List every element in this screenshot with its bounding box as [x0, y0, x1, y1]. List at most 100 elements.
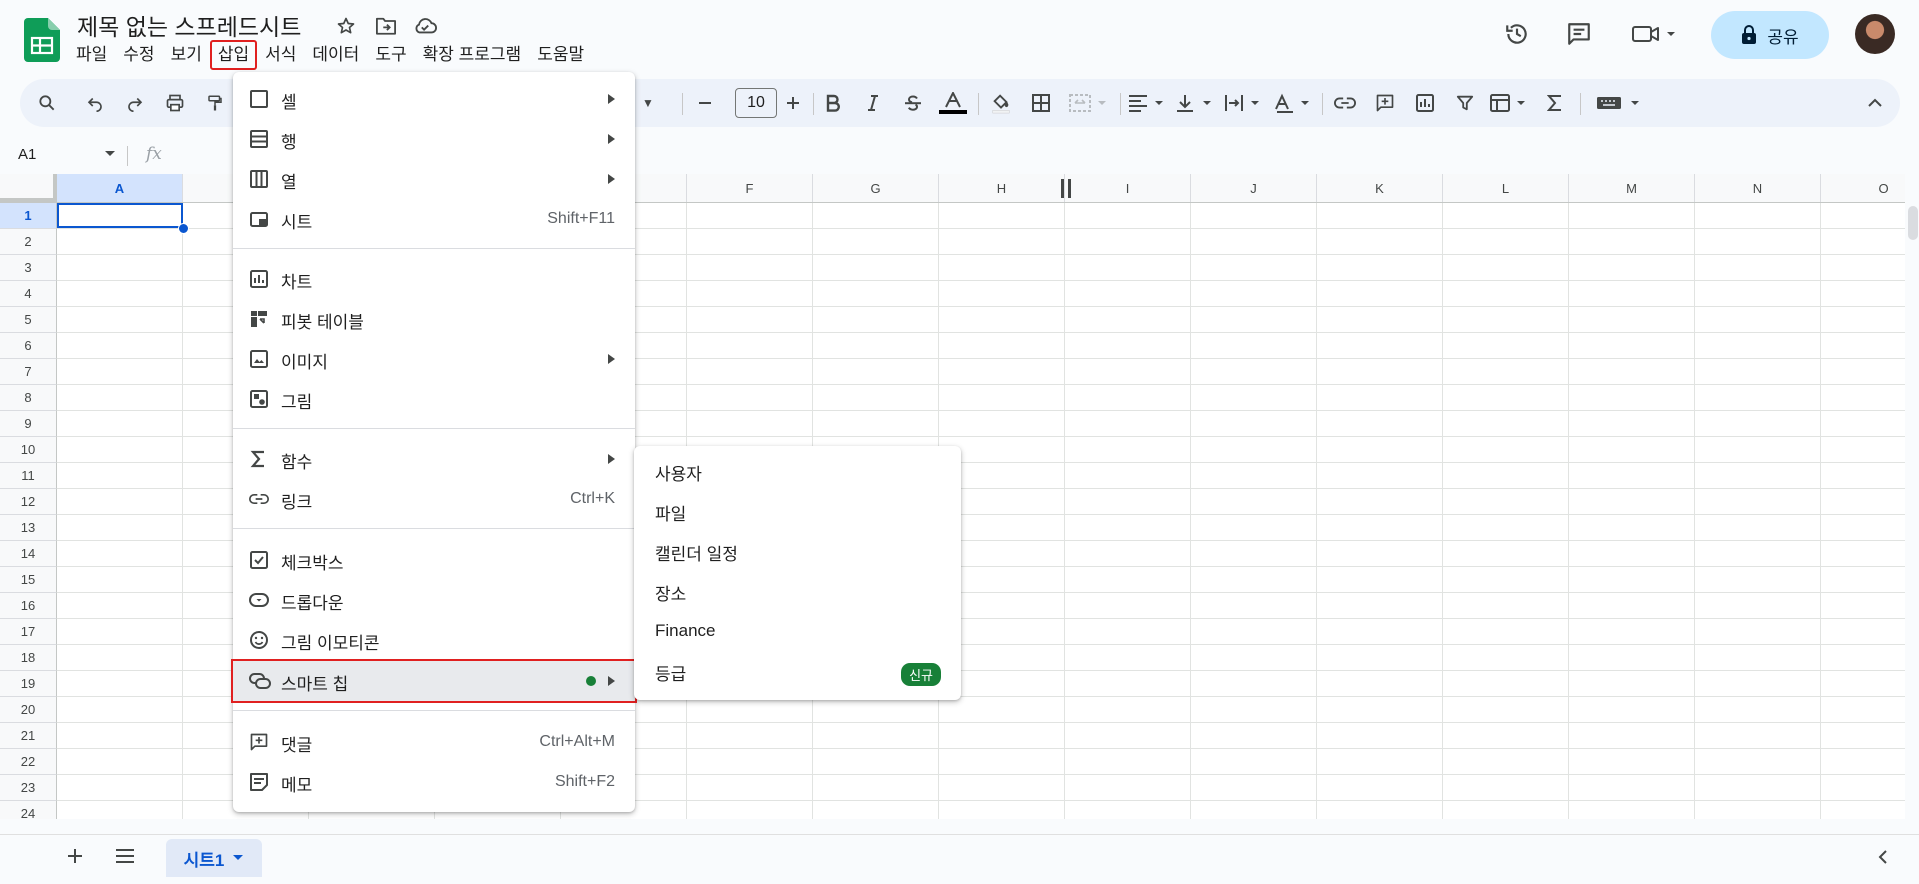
- menu-item-sheet[interactable]: 시트 Shift+F11: [233, 199, 635, 239]
- row-header[interactable]: 7: [0, 359, 57, 385]
- column-header[interactable]: L: [1443, 174, 1569, 202]
- bold-icon[interactable]: [818, 79, 848, 127]
- submenu-item-finance[interactable]: Finance: [634, 613, 961, 653]
- font-size-input[interactable]: 10: [735, 88, 777, 118]
- column-header[interactable]: M: [1569, 174, 1695, 202]
- column-header[interactable]: A: [57, 174, 183, 202]
- name-box[interactable]: A1: [18, 146, 36, 163]
- menu-item-pivot-table[interactable]: 피봇 테이블: [233, 299, 635, 339]
- row-header[interactable]: 6: [0, 333, 57, 359]
- print-icon[interactable]: [160, 79, 190, 127]
- menu-item-note[interactable]: 메모 Shift+F2: [233, 762, 635, 802]
- menu-item-comment[interactable]: 댓글 Ctrl+Alt+M: [233, 722, 635, 762]
- menu-tools[interactable]: 도구: [369, 42, 412, 68]
- menu-insert[interactable]: 삽입: [209, 40, 258, 70]
- input-tools-icon[interactable]: [1592, 79, 1652, 127]
- menu-item-dropdown[interactable]: 드롭다운: [233, 580, 635, 620]
- fill-color-icon[interactable]: [986, 79, 1016, 127]
- meet-camera-icon[interactable]: [1626, 14, 1682, 54]
- menu-view[interactable]: 보기: [165, 42, 208, 68]
- row-header[interactable]: 9: [0, 411, 57, 437]
- fill-handle[interactable]: [178, 223, 189, 234]
- sheet-tab-menu-icon[interactable]: [232, 854, 244, 862]
- menu-help[interactable]: 도움말: [531, 42, 590, 68]
- horizontal-align-icon[interactable]: [1124, 79, 1170, 127]
- document-title[interactable]: 제목 없는 스프레드시트: [77, 8, 301, 42]
- insert-chart-icon[interactable]: [1410, 79, 1440, 127]
- column-header[interactable]: H: [939, 174, 1065, 202]
- collapse-toolbar-icon[interactable]: [1860, 79, 1890, 127]
- menu-item-cell[interactable]: 셀: [233, 79, 635, 119]
- comments-icon[interactable]: [1559, 14, 1599, 54]
- row-header[interactable]: 22: [0, 749, 57, 775]
- menu-file[interactable]: 파일: [70, 42, 113, 68]
- row-header[interactable]: 5: [0, 307, 57, 333]
- column-header[interactable]: J: [1191, 174, 1317, 202]
- menu-item-link[interactable]: 링크 Ctrl+K: [233, 479, 635, 519]
- row-header[interactable]: 11: [0, 463, 57, 489]
- vertical-scrollbar[interactable]: [1908, 206, 1918, 240]
- row-header[interactable]: 24: [0, 801, 57, 819]
- font-dropdown-arrow-icon[interactable]: ▼: [638, 79, 658, 127]
- row-header[interactable]: 12: [0, 489, 57, 515]
- insert-link-icon[interactable]: [1330, 79, 1360, 127]
- selected-cell[interactable]: [57, 203, 183, 228]
- row-header[interactable]: 8: [0, 385, 57, 411]
- column-resize-handle[interactable]: [1068, 179, 1071, 198]
- row-header[interactable]: 2: [0, 229, 57, 255]
- column-header[interactable]: G: [813, 174, 939, 202]
- row-header[interactable]: 15: [0, 567, 57, 593]
- menu-item-checkbox[interactable]: 체크박스: [233, 540, 635, 580]
- text-wrapping-icon[interactable]: [1220, 79, 1266, 127]
- move-folder-icon[interactable]: [373, 13, 399, 39]
- redo-icon[interactable]: [120, 79, 150, 127]
- submenu-item-rating[interactable]: 등급 신규: [634, 652, 961, 692]
- menu-item-image[interactable]: 이미지: [233, 339, 635, 379]
- menu-extensions[interactable]: 확장 프로그램: [417, 42, 528, 68]
- column-header[interactable]: O: [1821, 174, 1905, 202]
- collapse-side-panel-icon[interactable]: [1877, 849, 1889, 865]
- strikethrough-icon[interactable]: [898, 79, 928, 127]
- menu-item-chart[interactable]: 차트: [233, 259, 635, 299]
- row-header[interactable]: 4: [0, 281, 57, 307]
- row-header[interactable]: 21: [0, 723, 57, 749]
- cloud-saved-icon[interactable]: [412, 13, 438, 39]
- decrease-font-size-icon[interactable]: [690, 79, 720, 127]
- name-box-dropdown-icon[interactable]: [104, 148, 116, 160]
- version-history-icon[interactable]: [1497, 14, 1537, 54]
- vertical-align-icon[interactable]: [1172, 79, 1218, 127]
- submenu-item-people[interactable]: 사용자: [634, 452, 961, 492]
- menu-edit[interactable]: 수정: [117, 42, 160, 68]
- row-header[interactable]: 10: [0, 437, 57, 463]
- filter-icon[interactable]: [1450, 79, 1480, 127]
- submenu-item-file[interactable]: 파일: [634, 492, 961, 532]
- menu-item-smart-chips[interactable]: 스마트 칩: [231, 659, 637, 703]
- row-header[interactable]: 14: [0, 541, 57, 567]
- column-header[interactable]: F: [687, 174, 813, 202]
- text-rotation-icon[interactable]: [1270, 79, 1316, 127]
- avatar[interactable]: [1855, 14, 1895, 54]
- search-menus-icon[interactable]: [32, 79, 62, 127]
- menu-item-column[interactable]: 열: [233, 159, 635, 199]
- text-color-icon[interactable]: [936, 79, 970, 127]
- menu-item-emoji[interactable]: 그림 이모티콘: [233, 620, 635, 660]
- column-header[interactable]: I: [1065, 174, 1191, 202]
- menu-format[interactable]: 서식: [259, 42, 302, 68]
- row-header[interactable]: 19: [0, 671, 57, 697]
- undo-icon[interactable]: [80, 79, 110, 127]
- column-header[interactable]: N: [1695, 174, 1821, 202]
- row-header[interactable]: 3: [0, 255, 57, 281]
- select-all-corner[interactable]: [0, 174, 57, 202]
- row-header[interactable]: 23: [0, 775, 57, 801]
- sheets-logo-icon[interactable]: [24, 18, 60, 62]
- menu-item-row[interactable]: 행: [233, 119, 635, 159]
- row-header[interactable]: 16: [0, 593, 57, 619]
- add-sheet-icon[interactable]: [66, 847, 84, 865]
- share-button[interactable]: 공유: [1711, 11, 1829, 59]
- insert-comment-icon[interactable]: [1370, 79, 1400, 127]
- sheet-tab[interactable]: 시트1: [166, 839, 262, 877]
- row-header[interactable]: 20: [0, 697, 57, 723]
- all-sheets-icon[interactable]: [115, 848, 135, 864]
- functions-sigma-icon[interactable]: [1540, 79, 1570, 127]
- row-header[interactable]: 18: [0, 645, 57, 671]
